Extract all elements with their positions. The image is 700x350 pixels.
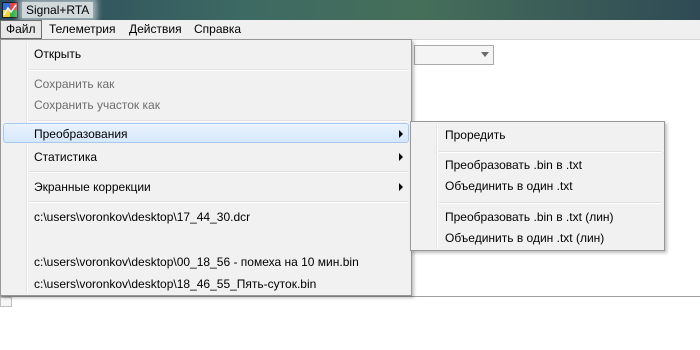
menu-item-merge-txt[interactable]: Объединить в один .txt — [445, 176, 573, 196]
file-menu-dropdown: Открыть Сохранить как Сохранить участок … — [0, 39, 412, 296]
menu-file[interactable]: Файл — [0, 20, 42, 39]
divider — [0, 296, 700, 297]
scrollbar[interactable] — [0, 297, 12, 307]
chevron-down-icon — [481, 52, 489, 57]
title-bar: Signal+RTA — [0, 0, 700, 20]
menu-item-merge-txt-lin[interactable]: Объединить в один .txt (лин) — [445, 228, 604, 248]
transformations-submenu: Проредить Преобразовать .bin в .txt Объе… — [410, 121, 665, 251]
menu-item-save-as[interactable]: Сохранить как — [34, 74, 114, 94]
submenu-arrow-icon — [399, 130, 403, 138]
submenu-arrow-icon — [399, 183, 403, 191]
menu-separator — [29, 120, 408, 122]
menu-item-transformations[interactable]: Преобразования — [34, 124, 128, 144]
menu-item-bin-to-txt-lin[interactable]: Преобразовать .bin в .txt (лин) — [445, 207, 614, 227]
menu-bar: Файл Телеметрия Действия Справка — [0, 20, 700, 40]
menu-separator — [29, 69, 408, 71]
menu-item-bin-to-txt[interactable]: Преобразовать .bin в .txt — [445, 155, 582, 175]
recent-file-3[interactable]: c:\users\voronkov\desktop\00_18_56 - пом… — [34, 252, 359, 272]
recent-file-1[interactable]: c:\users\voronkov\desktop\17_44_30.dcr — [34, 207, 250, 227]
submenu-arrow-icon — [399, 153, 403, 161]
menu-gutter — [26, 42, 28, 293]
menu-help[interactable]: Справка — [189, 21, 246, 37]
menu-item-screen-corrections[interactable]: Экранные коррекции — [34, 177, 151, 197]
window-title: Signal+RTA — [22, 2, 94, 18]
menu-item-open[interactable]: Открыть — [34, 44, 81, 64]
menu-actions[interactable]: Действия — [124, 21, 187, 37]
menu-gutter — [436, 124, 438, 248]
menu-item-statistics[interactable]: Статистика — [34, 147, 97, 167]
menu-telemetry[interactable]: Телеметрия — [44, 21, 121, 37]
menu-separator — [29, 201, 408, 203]
menu-item-save-fragment-as[interactable]: Сохранить участок как — [34, 95, 160, 115]
menu-separator — [439, 151, 661, 153]
recent-file-4[interactable]: c:\users\voronkov\desktop\18_46_55_Пять-… — [34, 274, 316, 294]
menu-separator — [439, 202, 661, 204]
background-combobox[interactable] — [414, 45, 494, 65]
menu-separator — [29, 171, 408, 173]
menu-item-thin-out[interactable]: Проредить — [445, 125, 506, 145]
app-icon[interactable] — [2, 2, 18, 18]
